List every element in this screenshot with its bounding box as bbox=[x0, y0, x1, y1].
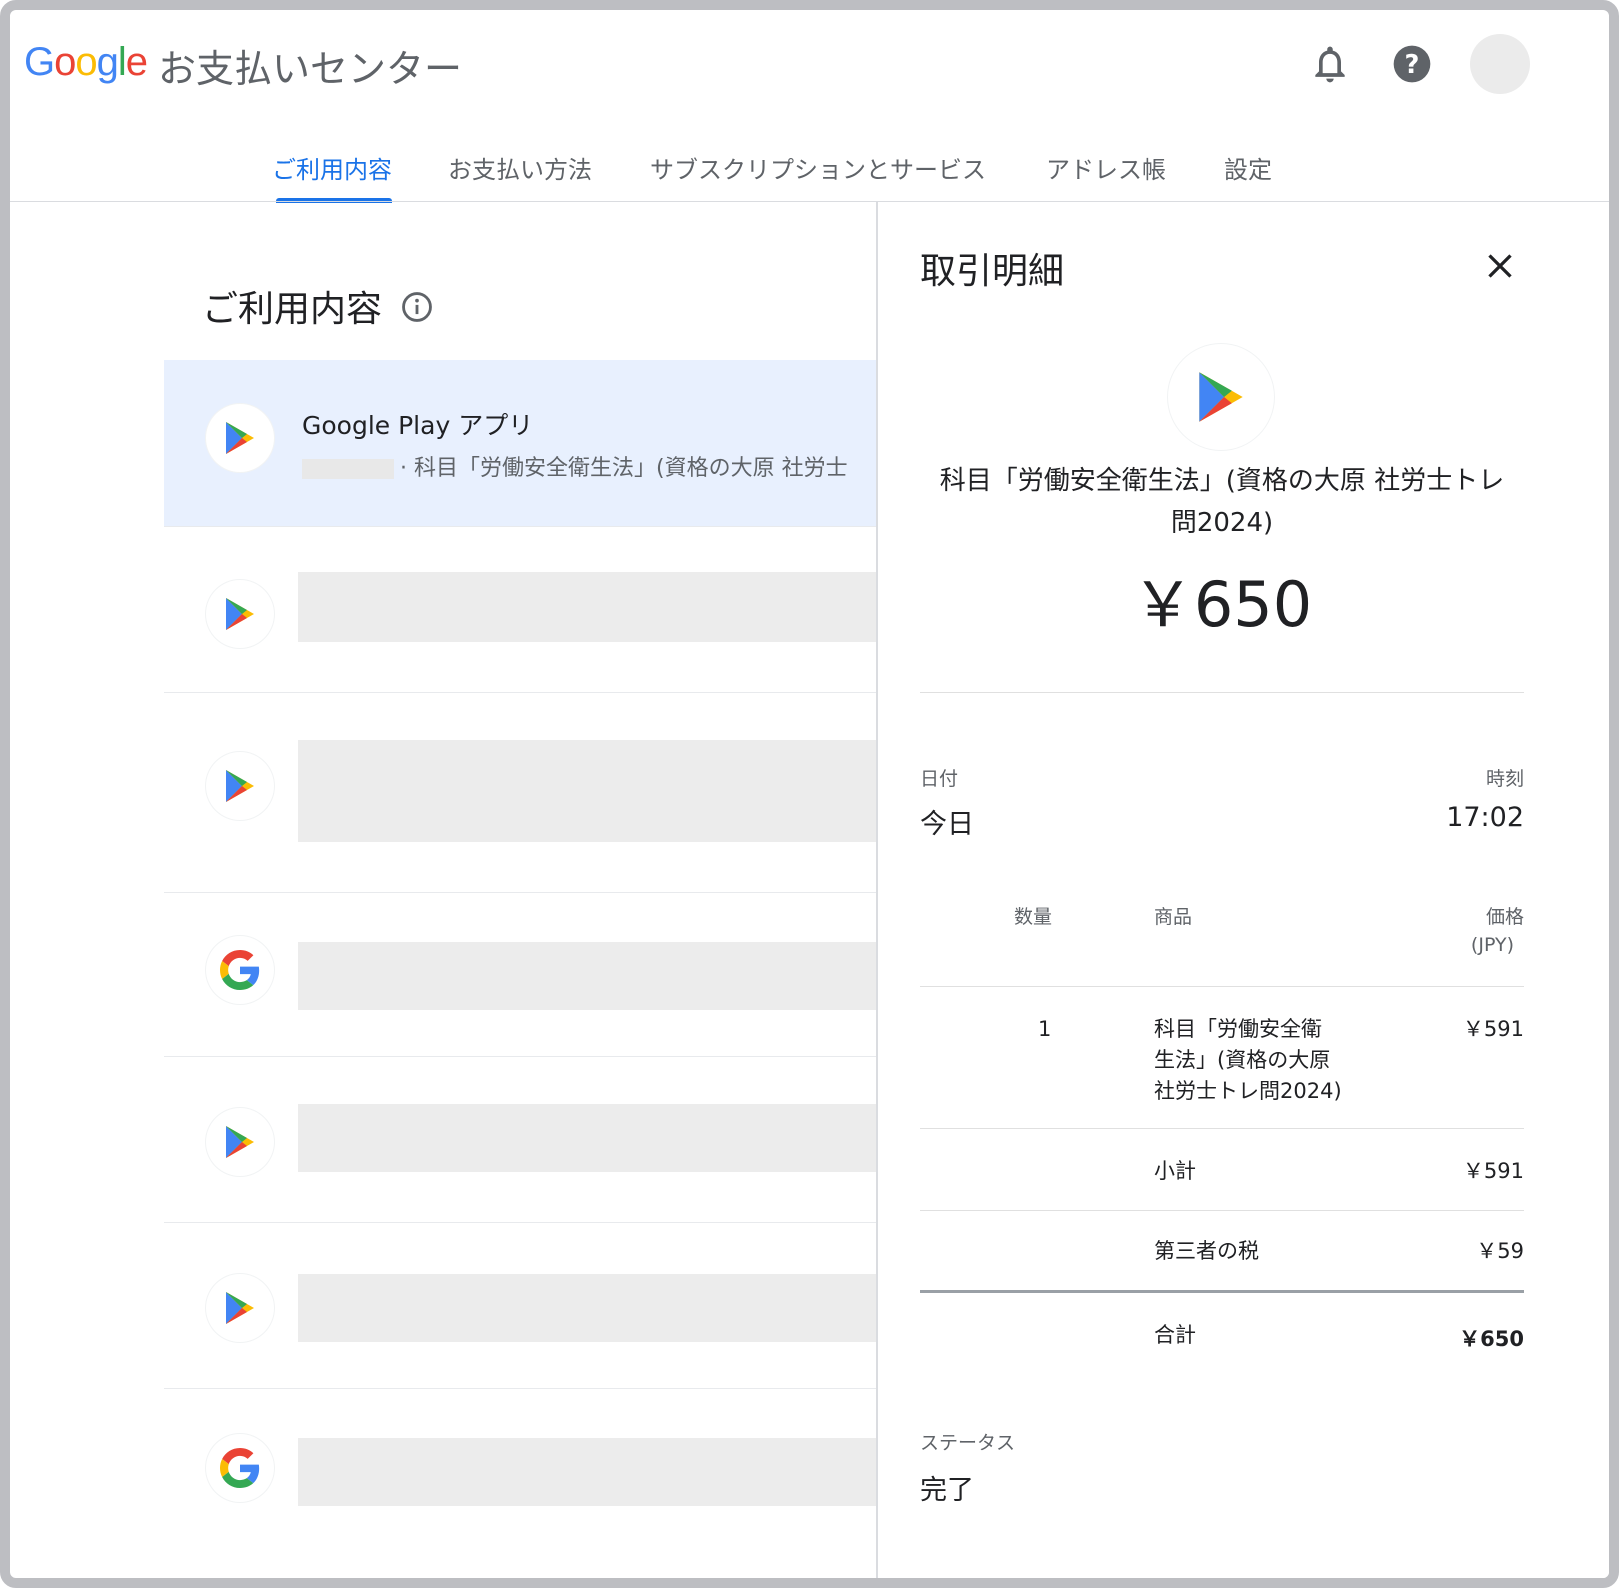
tab-bar: ご利用内容 お支払い方法 サブスクリプションとサービス アドレス帳 設定 bbox=[10, 150, 1609, 203]
divider bbox=[920, 692, 1524, 693]
logo-letter: l bbox=[117, 40, 127, 84]
tax-label: 第三者の税 bbox=[1154, 1239, 1259, 1263]
price-column-unit: (JPY) bbox=[1470, 934, 1514, 956]
notifications-bell-icon[interactable] bbox=[1308, 42, 1352, 86]
status-value: 完了 bbox=[920, 1475, 974, 1506]
product-line: 生法」(資格の大原 bbox=[1154, 1048, 1331, 1072]
redacted-content bbox=[298, 1104, 880, 1172]
app-window: Google お支払いセンター ? ご利用内容 お支払い方法 サブスクリプション… bbox=[0, 0, 1619, 1588]
google-g-icon bbox=[206, 1434, 274, 1502]
date-label: 日付 bbox=[920, 768, 959, 790]
google-logo[interactable]: Google bbox=[24, 40, 148, 85]
divider bbox=[920, 1128, 1524, 1129]
close-icon[interactable] bbox=[1482, 248, 1518, 284]
transaction-row[interactable] bbox=[164, 526, 880, 693]
google-play-icon bbox=[206, 404, 274, 472]
google-play-icon bbox=[206, 1108, 274, 1176]
logo-letter: o bbox=[54, 40, 76, 84]
google-play-icon bbox=[206, 752, 274, 820]
subtotal-label: 小計 bbox=[1154, 1159, 1196, 1183]
transaction-subtitle: · 科目「労働安全衛生法」(資格の大原 社労士 bbox=[302, 450, 848, 482]
total-divider bbox=[920, 1290, 1524, 1293]
transaction-row[interactable] bbox=[164, 892, 880, 1057]
transaction-row[interactable] bbox=[164, 1056, 880, 1223]
item-name-line: 科目「労働安全衛生法」(資格の大原 社労士トレ bbox=[939, 466, 1505, 496]
price-column-header: 価格 bbox=[1485, 906, 1524, 928]
total-label: 合計 bbox=[1154, 1323, 1196, 1347]
account-avatar[interactable] bbox=[1470, 34, 1530, 94]
transaction-row[interactable] bbox=[164, 1222, 880, 1389]
total-amount: ￥650 bbox=[1131, 568, 1313, 641]
panel-title: 取引明細 bbox=[920, 251, 1065, 292]
logo-letter: g bbox=[96, 40, 119, 84]
logo-letter: e bbox=[125, 40, 148, 84]
product-line: 社労士トレ問2024) bbox=[1154, 1079, 1342, 1103]
transaction-description: · 科目「労働安全衛生法」(資格の大原 社労士 bbox=[400, 456, 848, 481]
time-label: 時刻 bbox=[1485, 768, 1524, 790]
google-play-icon bbox=[206, 580, 274, 648]
line-item-price: ￥591 bbox=[1462, 1017, 1524, 1041]
divider bbox=[920, 986, 1524, 987]
transaction-row[interactable]: Google Play アプリ · 科目「労働安全衛生法」(資格の大原 社労士 bbox=[164, 360, 880, 527]
item-name-line: 問2024) bbox=[1170, 508, 1274, 538]
redacted-content bbox=[298, 1438, 880, 1506]
tax-value: ￥59 bbox=[1476, 1239, 1524, 1263]
svg-text:?: ? bbox=[1405, 50, 1420, 80]
logo-letter: G bbox=[24, 40, 55, 84]
line-item-qty: 1 bbox=[1038, 1017, 1052, 1041]
google-play-logo-icon bbox=[1168, 344, 1274, 450]
tab-subscriptions[interactable]: サブスクリプションとサービス bbox=[650, 150, 986, 185]
product-column-header: 商品 bbox=[1154, 906, 1193, 928]
status-label: ステータス bbox=[920, 1432, 1016, 1454]
transaction-row[interactable] bbox=[164, 1388, 880, 1578]
help-icon[interactable]: ? bbox=[1390, 42, 1434, 86]
google-g-icon bbox=[206, 936, 274, 1004]
total-value: ￥650 bbox=[1459, 1327, 1524, 1351]
time-value: 17:02 bbox=[1446, 802, 1524, 833]
item-name: 科目「労働安全衛生法」(資格の大原 社労士トレ 問2024) bbox=[920, 460, 1524, 544]
date-value: 今日 bbox=[920, 809, 974, 840]
app-title: お支払いセンター bbox=[158, 47, 463, 91]
redacted-content bbox=[298, 740, 880, 842]
tab-settings[interactable]: 設定 bbox=[1224, 150, 1272, 185]
transaction-detail-panel: 取引明細 科目「労働安全衛生法」(資格の大原 社労士トレ 問2024) ￥650… bbox=[876, 202, 1609, 1578]
tab-address-book[interactable]: アドレス帳 bbox=[1046, 150, 1166, 185]
tab-activity[interactable]: ご利用内容 bbox=[272, 150, 392, 185]
info-icon[interactable] bbox=[400, 290, 434, 324]
transaction-row[interactable] bbox=[164, 692, 880, 893]
redacted-content bbox=[298, 572, 880, 642]
qty-column-header: 数量 bbox=[1014, 906, 1053, 928]
redacted-date bbox=[302, 459, 394, 479]
divider bbox=[920, 1210, 1524, 1211]
logo-letter: o bbox=[75, 40, 97, 84]
subtotal-value: ￥591 bbox=[1462, 1159, 1524, 1183]
redacted-content bbox=[298, 942, 880, 1010]
activity-heading: ご利用内容 bbox=[202, 289, 383, 330]
redacted-content bbox=[298, 1274, 880, 1342]
tab-payment-methods[interactable]: お支払い方法 bbox=[448, 150, 592, 185]
transaction-title: Google Play アプリ bbox=[302, 411, 534, 440]
google-play-icon bbox=[206, 1274, 274, 1342]
